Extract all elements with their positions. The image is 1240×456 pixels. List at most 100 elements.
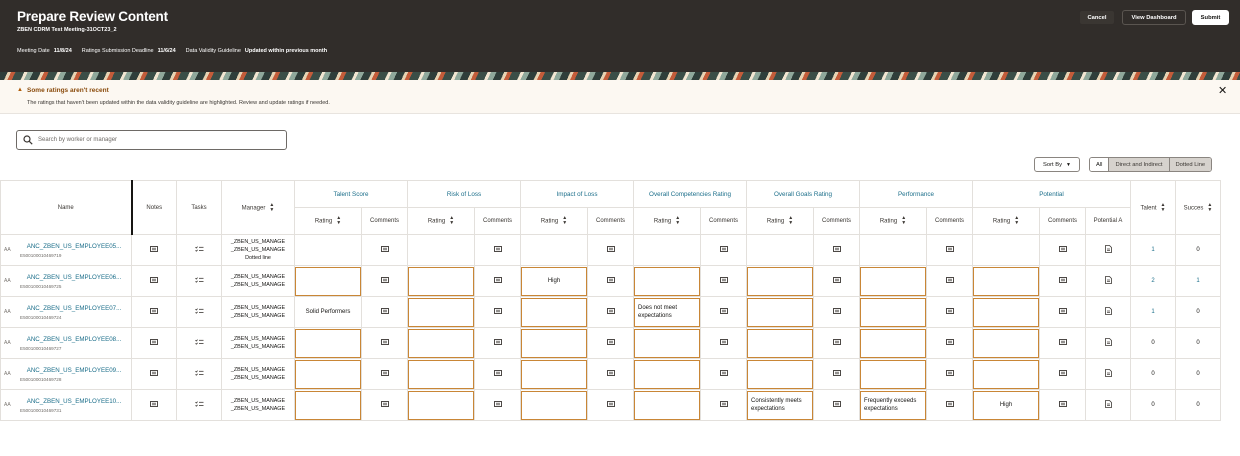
comments-cell[interactable]	[587, 327, 634, 359]
comment-icon[interactable]	[380, 400, 389, 410]
potential-a-cell[interactable]	[1085, 358, 1131, 390]
comment-icon[interactable]	[832, 307, 841, 317]
rating-cell[interactable]	[972, 234, 1040, 266]
comments-cell[interactable]	[813, 234, 860, 266]
comments-cell[interactable]	[474, 296, 521, 328]
rating-value[interactable]	[860, 359, 926, 389]
document-edit-icon[interactable]	[1104, 307, 1112, 317]
comments-cell[interactable]	[361, 265, 408, 297]
worker-name-link[interactable]: ANC_ZBEN_US_EMPLOYEE05...	[20, 243, 128, 250]
tasks-cell[interactable]	[176, 327, 222, 359]
rating-cell[interactable]	[407, 265, 475, 297]
comments-cell[interactable]	[813, 358, 860, 390]
rating-value[interactable]: Consistently meets expectations	[747, 390, 813, 420]
rating-value[interactable]	[860, 297, 926, 327]
checklist-icon[interactable]	[194, 245, 204, 255]
rating-value[interactable]: Solid Performers	[296, 298, 361, 327]
rating-cell[interactable]: Consistently meets expectations	[746, 389, 814, 421]
worker-name-link[interactable]: ANC_ZBEN_US_EMPLOYEE06...	[20, 274, 128, 281]
potential-a-cell[interactable]	[1085, 234, 1131, 266]
relationship-filter[interactable]: All Direct and Indirect Dotted Line	[1089, 157, 1213, 172]
rating-value[interactable]	[521, 390, 587, 420]
rating-value[interactable]	[635, 236, 700, 265]
tasks-cell[interactable]	[176, 358, 222, 390]
close-icon[interactable]: ✕	[1218, 84, 1227, 97]
comment-icon[interactable]	[1058, 276, 1067, 286]
worker-name-link[interactable]: ANC_ZBEN_US_EMPLOYEE07...	[20, 305, 128, 312]
rating-cell[interactable]	[972, 296, 1040, 328]
comment-icon[interactable]	[719, 307, 728, 317]
notes-cell[interactable]	[131, 358, 177, 390]
rating-cell[interactable]: High	[972, 389, 1040, 421]
comments-cell[interactable]	[926, 234, 973, 266]
rating-value[interactable]	[634, 328, 700, 358]
document-edit-icon[interactable]	[1104, 400, 1112, 410]
comment-icon[interactable]	[832, 369, 841, 379]
rating-cell[interactable]: Solid Performers	[294, 296, 362, 328]
rating-cell[interactable]	[859, 296, 927, 328]
rating-cell[interactable]	[746, 327, 814, 359]
rating-value[interactable]: High	[973, 390, 1039, 420]
comments-cell[interactable]	[1039, 389, 1086, 421]
potential-a-cell[interactable]	[1085, 296, 1131, 328]
col-manager[interactable]: Manager▲ ▼	[221, 180, 295, 235]
col-rating[interactable]: Rating▲ ▼	[294, 207, 362, 235]
tasks-cell[interactable]	[176, 265, 222, 297]
col-rating[interactable]: Rating▲ ▼	[633, 207, 701, 235]
comment-icon[interactable]	[606, 245, 615, 255]
comment-icon[interactable]	[719, 400, 728, 410]
rating-cell[interactable]	[407, 327, 475, 359]
comment-icon[interactable]	[945, 400, 954, 410]
rating-value[interactable]	[521, 359, 587, 389]
comments-cell[interactable]	[700, 296, 747, 328]
rating-cell[interactable]	[520, 327, 588, 359]
comments-cell[interactable]	[1039, 265, 1086, 297]
comments-cell[interactable]	[361, 234, 408, 266]
comment-icon[interactable]	[493, 400, 502, 410]
rating-value[interactable]	[408, 328, 474, 358]
rating-value[interactable]	[295, 328, 361, 358]
comment-icon[interactable]	[150, 369, 158, 379]
comments-cell[interactable]	[474, 327, 521, 359]
comment-icon[interactable]	[150, 338, 158, 348]
comments-cell[interactable]	[587, 265, 634, 297]
col-rating[interactable]: Rating▲ ▼	[407, 207, 475, 235]
worker-name-link[interactable]: ANC_ZBEN_US_EMPLOYEE08...	[20, 336, 128, 343]
notes-cell[interactable]	[131, 327, 177, 359]
talent-count[interactable]: 2	[1130, 265, 1176, 297]
rating-value[interactable]	[408, 359, 474, 389]
tasks-cell[interactable]	[176, 234, 222, 266]
comment-icon[interactable]	[606, 400, 615, 410]
comment-icon[interactable]	[719, 369, 728, 379]
rating-value[interactable]	[408, 266, 474, 296]
rating-value[interactable]: Frequently exceeds expectations	[860, 390, 926, 420]
rating-cell[interactable]	[972, 265, 1040, 297]
potential-a-cell[interactable]	[1085, 265, 1131, 297]
rating-cell[interactable]	[294, 358, 362, 390]
comment-icon[interactable]	[719, 276, 728, 286]
comments-cell[interactable]	[587, 389, 634, 421]
rating-cell[interactable]	[972, 358, 1040, 390]
comments-cell[interactable]	[361, 296, 408, 328]
notes-cell[interactable]	[131, 265, 177, 297]
comments-cell[interactable]	[474, 358, 521, 390]
document-edit-icon[interactable]	[1104, 338, 1112, 348]
success-count[interactable]: 1	[1175, 265, 1221, 297]
comment-icon[interactable]	[832, 338, 841, 348]
comments-cell[interactable]	[474, 389, 521, 421]
comments-cell[interactable]	[926, 358, 973, 390]
rating-value[interactable]	[973, 359, 1039, 389]
document-edit-icon[interactable]	[1104, 245, 1112, 255]
comments-cell[interactable]	[700, 358, 747, 390]
comment-icon[interactable]	[380, 276, 389, 286]
comment-icon[interactable]	[945, 369, 954, 379]
filter-all[interactable]: All	[1090, 158, 1109, 171]
worker-name-link[interactable]: ANC_ZBEN_US_EMPLOYEE10...	[20, 398, 128, 405]
rating-cell[interactable]	[520, 389, 588, 421]
sort-by-button[interactable]: Sort By ▼	[1034, 157, 1080, 172]
rating-cell[interactable]	[294, 234, 362, 266]
rating-cell[interactable]	[633, 389, 701, 421]
document-edit-icon[interactable]	[1104, 369, 1112, 379]
comments-cell[interactable]	[587, 296, 634, 328]
notes-cell[interactable]	[131, 389, 177, 421]
